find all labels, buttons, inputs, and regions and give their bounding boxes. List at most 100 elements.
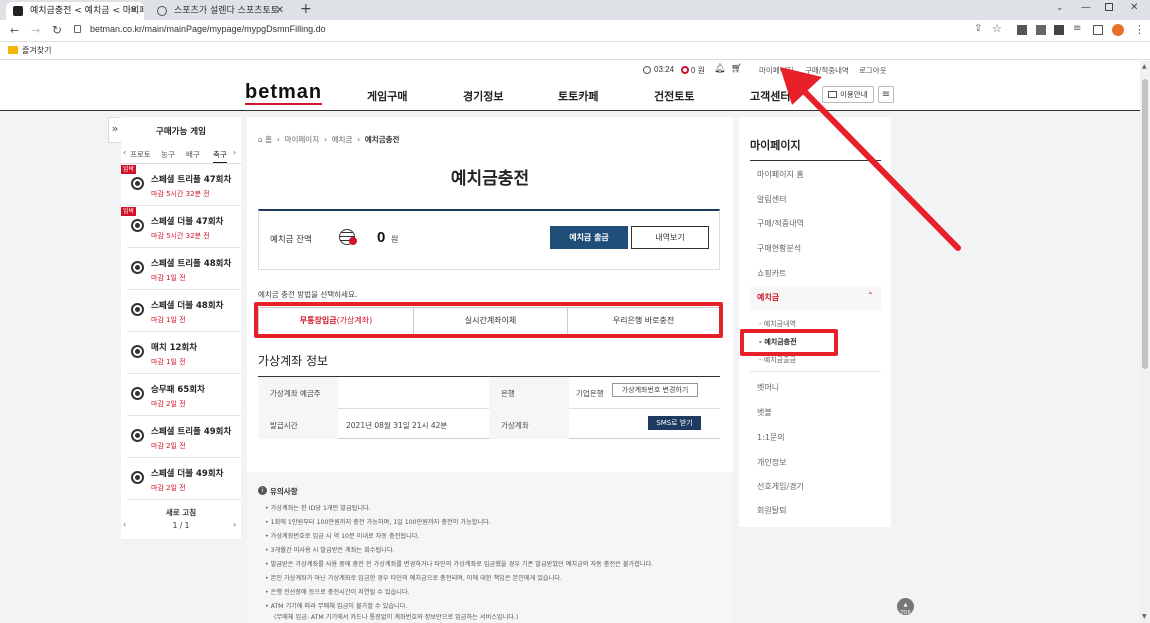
sport-tab-soccer[interactable]: 축구 [213, 149, 227, 164]
address-bar-row: ← → ↻ betman.co.kr/main/mainPage/mypage/… [0, 20, 1150, 42]
browser-tab[interactable]: 스포츠가 설렌다 스포츠토토 ✕ [150, 2, 290, 20]
annotation-box-deposit-charge [740, 329, 838, 356]
note-item: • 1회에 1만원부터 100만원까지 충전 가능하며, 1일 100만원까지 … [265, 519, 491, 526]
tab-search-icon[interactable]: ⌄ [1056, 3, 1064, 13]
side-panel-icon[interactable] [1093, 25, 1103, 35]
profile-avatar-icon[interactable] [1112, 24, 1124, 36]
nav-item-game-info[interactable]: 경기정보 [463, 88, 503, 104]
folder-icon[interactable] [8, 46, 18, 54]
note-item: (무매체 입금: ATM 기기에서 카드나 통장없이 계좌번호와 정보만으로 입… [274, 614, 519, 621]
history-button[interactable]: 내역보기 [631, 226, 709, 249]
main-content: ⌂ 홈 › 마이페이지 › 예치금 › 예치금충전 예치금충전 예치금 잔액 0… [247, 117, 733, 623]
sms-button[interactable]: SMS로 받기 [648, 416, 701, 430]
page-scrollbar[interactable]: ▲ ▼ [1140, 61, 1150, 623]
global-nav: betman 게임구매 경기정보 토토카페 건전토토 고객센터 이용안내 ≡ [0, 80, 1150, 111]
pager-next-icon[interactable]: › [233, 520, 236, 529]
tab-title: 예치금충전 < 예치금 < 마이페이지 [30, 6, 144, 16]
game-item[interactable]: 스페셜 트리플 49회차 마감 2일 전 [127, 416, 241, 458]
game-item[interactable]: 매치 12회차 마감 1일 전 [127, 332, 241, 374]
sports-next-icon[interactable]: › [233, 148, 236, 157]
page: 03:24 0 원 🛒︎ 🔔︎ 마이페이지 구매/적중내역 로그아웃 betma… [0, 61, 1150, 623]
share-icon[interactable]: ⇪ [974, 23, 982, 34]
game-item[interactable]: 임박 스페셜 트리플 47회차 마감 5시간 32분 전 [121, 164, 241, 206]
lock-icon[interactable] [74, 25, 81, 33]
menu-item-betmoney[interactable]: 벳머니 [757, 382, 779, 393]
page-title: 예치금충전 [450, 169, 530, 189]
game-name: 스페셜 더블 49회차 [151, 469, 224, 479]
menu-item-preferred-games[interactable]: 선호게임/경기 [757, 481, 804, 492]
menu-item-inquiry[interactable]: 1:1문의 [757, 432, 785, 443]
menu-item-betball[interactable]: 벳볼 [757, 407, 772, 418]
session-time: 03:24 [654, 65, 675, 74]
new-tab-button[interactable]: + [300, 1, 312, 17]
scroll-down-icon[interactable]: ▼ [1142, 613, 1147, 620]
cart-icon[interactable]: 🛒︎ [731, 64, 742, 74]
left-panel-toggle[interactable]: » [108, 117, 122, 143]
change-account-button[interactable]: 가상계좌번호 변경하기 [612, 383, 698, 397]
breadcrumb-deposit[interactable]: 예치금 [332, 135, 353, 144]
game-item[interactable]: 승무패 65회차 마감 2일 전 [127, 374, 241, 416]
game-item[interactable]: 스페셜 더블 48회차 마감 1일 전 [127, 290, 241, 332]
scroll-up-icon[interactable]: ▲ [1142, 63, 1147, 70]
reading-list-icon[interactable]: ≡ [1073, 23, 1081, 34]
annotation-arrow [780, 67, 961, 251]
coin-badge-icon [349, 237, 357, 245]
close-tab-icon[interactable]: ✕ [130, 2, 138, 20]
game-item[interactable]: 스페셜 트리플 48회차 마감 1일 전 [127, 248, 241, 290]
menu-item-withdraw-membership[interactable]: 회원탈퇴 [757, 505, 786, 516]
soccer-ball-icon [131, 219, 144, 232]
restore-icon[interactable] [1105, 3, 1113, 11]
sport-tab-volleyball[interactable]: 배구 [186, 149, 200, 160]
nav-item-toto-cafe[interactable]: 토토카페 [558, 88, 598, 104]
breadcrumb-home[interactable]: 홈 [265, 135, 272, 144]
scroll-thumb[interactable] [1142, 79, 1148, 369]
note-item: • 은행 전산장애 등으로 충전시간이 지연될 수 있습니다. [265, 589, 410, 596]
sport-tab-proto[interactable]: 프로토 [130, 149, 151, 160]
extension-icon[interactable] [1054, 25, 1064, 35]
menu-kebab-icon[interactable]: ⋮ [1134, 23, 1145, 36]
notes-box: i 유의사항 • 가상계좌는 한 ID당 1개만 발급됩니다. • 1회에 1만… [247, 472, 733, 623]
nav-item-healthy-toto[interactable]: 건전토토 [654, 88, 694, 104]
bell-icon[interactable]: 🔔︎ [714, 64, 725, 74]
game-item[interactable]: 스페셜 더블 49회차 마감 2일 전 [127, 458, 241, 500]
close-tab-icon[interactable]: ✕ [276, 2, 284, 20]
extension-s-icon[interactable] [1036, 25, 1046, 35]
scroll-top-button[interactable]: ▲ TOP [897, 598, 914, 616]
menu-item-personal-info[interactable]: 개인정보 [757, 457, 786, 468]
game-deadline: 마감 2일 전 [151, 484, 186, 492]
note-item: • ATM 기기에 따라 무매체 입금이 불가할 수 있습니다. [265, 603, 408, 610]
forward-icon[interactable]: → [31, 24, 40, 37]
extension-icon[interactable] [1017, 25, 1027, 35]
note-item: • 발급받은 가상계좌를 사용 중에 충전 전 가상계좌를 변경하거나 타인의 … [265, 561, 654, 568]
nav-item-game-purchase[interactable]: 게임구매 [367, 88, 407, 104]
bank-value: 기업은행 [576, 389, 604, 398]
withdraw-button[interactable]: 예치금 출금 [550, 226, 628, 249]
game-item[interactable]: 임박 스페셜 더블 47회차 마감 5시간 32분 전 [121, 206, 241, 248]
url-field[interactable]: betman.co.kr/main/mainPage/mypage/mypgDs… [90, 24, 326, 34]
info-icon: i [258, 486, 267, 495]
submenu-deposit-history[interactable]: - 예치금내역 [759, 319, 796, 329]
annotation-box-method-tab [254, 302, 723, 338]
bookmark-favorites[interactable]: 즐겨찾기 [22, 45, 51, 56]
refresh-button[interactable]: 새로 고침 [121, 507, 241, 518]
submenu-deposit-withdraw[interactable]: - 예치금출금 [759, 355, 796, 365]
soccer-ball-icon [131, 429, 144, 442]
game-name: 스페셜 더블 48회차 [151, 301, 224, 311]
star-icon[interactable]: ☆ [992, 22, 1002, 35]
sports-prev-icon[interactable]: ‹ [123, 148, 126, 157]
game-name: 승무패 65회차 [151, 385, 205, 395]
soccer-ball-icon [131, 345, 144, 358]
browser-tab-active[interactable]: 예치금충전 < 예치금 < 마이페이지 ✕ [6, 2, 144, 20]
betman-logo[interactable]: betman [245, 82, 323, 105]
menu-group-deposit[interactable]: 예치금 ⌃ [750, 286, 881, 310]
close-window-icon[interactable]: ✕ [1130, 2, 1138, 13]
soccer-ball-icon [131, 303, 144, 316]
sport-tab-basketball[interactable]: 농구 [161, 149, 175, 160]
globe-icon [157, 6, 167, 16]
reload-icon[interactable]: ↻ [52, 23, 62, 37]
utility-bar: 03:24 0 원 🛒︎ 🔔︎ 마이페이지 구매/적중내역 로그아웃 [0, 61, 1150, 80]
minimize-icon[interactable]: — [1081, 2, 1091, 13]
menu-item-shopping-cart[interactable]: 쇼핑카트 [757, 268, 786, 279]
breadcrumb-mypage[interactable]: 마이페이지 [285, 135, 320, 144]
back-icon[interactable]: ← [10, 24, 19, 37]
